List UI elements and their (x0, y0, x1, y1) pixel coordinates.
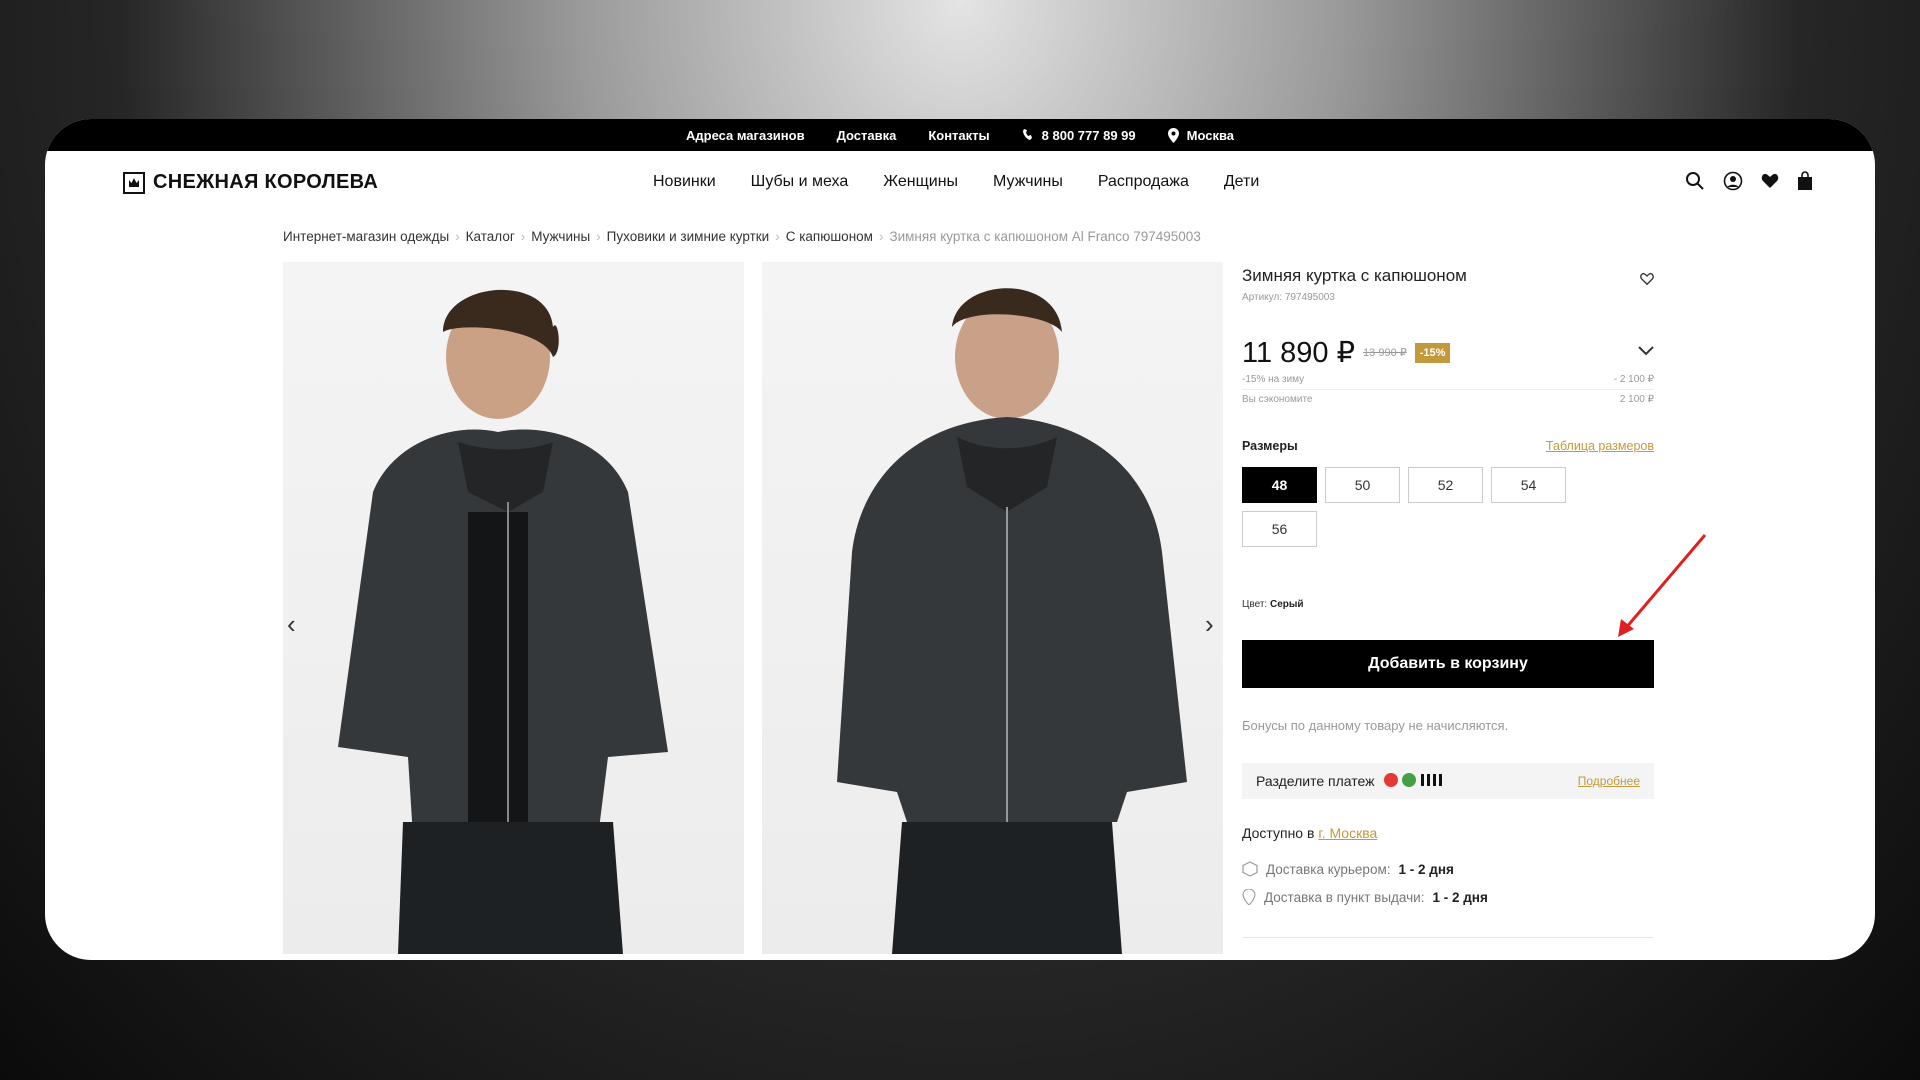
browser-frame: Адреса магазинов Доставка Контакты 8 800… (45, 119, 1875, 960)
annotation-arrow (1618, 534, 1707, 637)
